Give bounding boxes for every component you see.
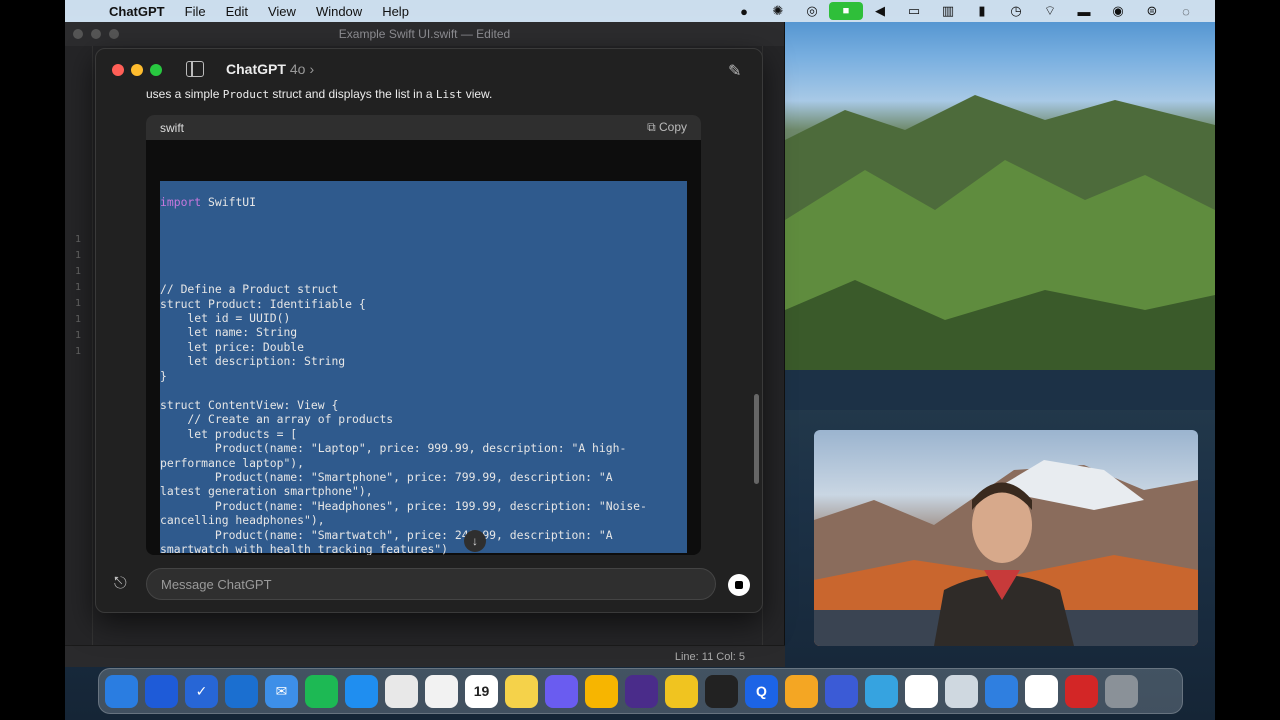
menu-file[interactable]: File: [175, 4, 216, 19]
dock-toolbox-icon[interactable]: [665, 674, 698, 708]
close-button[interactable]: [112, 64, 124, 76]
control-center-icon[interactable]: ⊜: [1135, 3, 1169, 19]
volume-icon[interactable]: ◀: [863, 3, 897, 19]
dock-finder-icon[interactable]: [105, 674, 138, 708]
code-block-header: swift ⧉ Copy: [146, 115, 701, 140]
chatgpt-titlebar: ChatGPT 4o › ✎: [96, 49, 762, 91]
wifi-icon[interactable]: ⌔: [1033, 3, 1067, 19]
selected-code-lines: // Define a Product struct struct Product…: [160, 282, 687, 555]
dock: ✓ ✉ 19 Q: [98, 668, 1183, 714]
scroll-down-button[interactable]: ↓: [464, 530, 486, 552]
code-line: let name: String: [160, 325, 298, 340]
dock-chrome-icon[interactable]: [385, 674, 418, 708]
code-language: swift: [160, 120, 184, 135]
dock-photos-icon[interactable]: [425, 674, 458, 708]
code-line: let price: Double: [160, 339, 305, 354]
dock-quicktime-icon[interactable]: [945, 674, 978, 708]
facetime-camera-icon[interactable]: ■: [829, 2, 863, 20]
attach-icon[interactable]: ⎋: [114, 575, 127, 593]
zoom-button[interactable]: [150, 64, 162, 76]
code-block: swift ⧉ Copy import SwiftUI // Define a …: [146, 115, 701, 555]
dock-tableplus-icon[interactable]: [785, 674, 818, 708]
chat-scrollbar[interactable]: [754, 394, 759, 484]
dock-calendar-icon[interactable]: 19: [465, 674, 498, 708]
dock-red-app-icon[interactable]: [1065, 674, 1098, 708]
new-chat-icon[interactable]: ✎: [728, 61, 746, 80]
webcam-overlay: [814, 430, 1198, 646]
mountain-landscape: [785, 95, 1215, 410]
code-line: }: [160, 368, 167, 383]
menu-bar: ChatGPT File Edit View Window Help ● ✺ ◎…: [65, 0, 1215, 22]
code-content[interactable]: import SwiftUI // Define a Product struc…: [146, 140, 701, 555]
screen: ChatGPT File Edit View Window Help ● ✺ ◎…: [65, 0, 1215, 720]
code-line: let products = [: [160, 426, 298, 441]
dock-slack-icon[interactable]: [905, 674, 938, 708]
code-line: // Create an array of products: [160, 412, 394, 427]
dock-spotify-icon[interactable]: [305, 674, 338, 708]
dock-spaceman-icon[interactable]: [825, 674, 858, 708]
dock-1password-icon[interactable]: [145, 674, 178, 708]
chatgpt-status-icon[interactable]: ✺: [761, 3, 795, 19]
dock-safari-icon[interactable]: [345, 674, 378, 708]
menu-app-name[interactable]: ChatGPT: [99, 4, 175, 19]
code-line: struct ContentView: View {: [160, 397, 339, 412]
dock-chatgpt-icon[interactable]: [1025, 674, 1058, 708]
code-line: // Define a Product struct: [160, 282, 339, 297]
battery-icon[interactable]: ▬: [1067, 4, 1101, 19]
siri-icon[interactable]: ◌: [1169, 4, 1203, 19]
traffic-lights: [112, 64, 162, 76]
chatgpt-window: ChatGPT 4o › ✎ uses a simple Product struc…: [95, 48, 763, 613]
menu-help[interactable]: Help: [372, 4, 419, 19]
dock-elephant-icon[interactable]: [865, 674, 898, 708]
status-items: ● ✺ ◎ ■ ◀ ▭ ▥ ▮ ◷ ⌔ ▬ ◉ ⊜ ◌: [727, 0, 1203, 22]
dock-craft-icon[interactable]: [545, 674, 578, 708]
message-input[interactable]: Message ChatGPT: [146, 568, 716, 600]
code-line: let description: String: [160, 354, 346, 369]
code-line: cancelling headphones"),: [160, 513, 325, 528]
xcode-inspector: [762, 46, 784, 646]
dock-xcode-icon[interactable]: [985, 674, 1018, 708]
code-line: performance laptop"),: [160, 455, 305, 470]
stop-generating-button[interactable]: [728, 574, 750, 596]
code-line: Product(name: "Smartphone", price: 799.9…: [160, 469, 613, 484]
menu-view[interactable]: View: [258, 4, 306, 19]
dock-mail-icon[interactable]: ✉: [265, 674, 298, 708]
dock-trash-icon[interactable]: [1105, 674, 1138, 708]
dock-notes-icon[interactable]: [505, 674, 538, 708]
webcam-scene: [814, 460, 1198, 646]
code-line: Product(name: "Smartwatch", price: 249.9…: [160, 527, 613, 542]
code-line: Product(name: "Laptop", price: 999.99, d…: [160, 441, 627, 456]
code-line: latest generation smartphone"),: [160, 484, 373, 499]
code-line: let id = UUID(): [160, 310, 291, 325]
code-line: smartwatch with health tracking features…: [160, 542, 449, 555]
record-icon[interactable]: ●: [727, 4, 761, 19]
dock-things-icon[interactable]: ✓: [185, 674, 218, 708]
dock-prism-icon[interactable]: [705, 674, 738, 708]
cursor-position: Line: 11 Col: 5: [674, 650, 745, 663]
assistant-message-text: uses a simple Product struct and display…: [146, 87, 493, 101]
display-icon[interactable]: ▭: [897, 3, 931, 19]
time-machine-icon[interactable]: ◷: [999, 3, 1033, 19]
sidebar-toggle-icon[interactable]: [186, 61, 204, 77]
dock-sketch-icon[interactable]: [585, 674, 618, 708]
code-line: struct Product: Identifiable {: [160, 296, 366, 311]
model-selector[interactable]: ChatGPT 4o ›: [226, 61, 314, 77]
code-line: Product(name: "Headphones", price: 199.9…: [160, 498, 647, 513]
xcode-status-bar: Line: 11 Col: 5: [65, 645, 785, 667]
shazam-icon[interactable]: ◎: [795, 3, 829, 19]
sidebar-status-icon[interactable]: ▥: [931, 3, 965, 19]
dock-q-app-icon[interactable]: Q: [745, 674, 778, 708]
line-gutter: 11111111: [75, 234, 82, 357]
menu-edit[interactable]: Edit: [216, 4, 258, 19]
dock-xcode-tools-icon[interactable]: [225, 674, 258, 708]
user-icon[interactable]: ◉: [1101, 3, 1135, 19]
copy-button[interactable]: ⧉ Copy: [647, 120, 687, 135]
minimize-button[interactable]: [131, 64, 143, 76]
menu-window[interactable]: Window: [306, 4, 372, 19]
bookmark-icon[interactable]: ▮: [965, 3, 999, 19]
dock-dark-app-icon[interactable]: [625, 674, 658, 708]
xcode-traffic-lights: [73, 29, 119, 39]
xcode-title: Example Swift UI.swift — Edited: [65, 22, 784, 46]
